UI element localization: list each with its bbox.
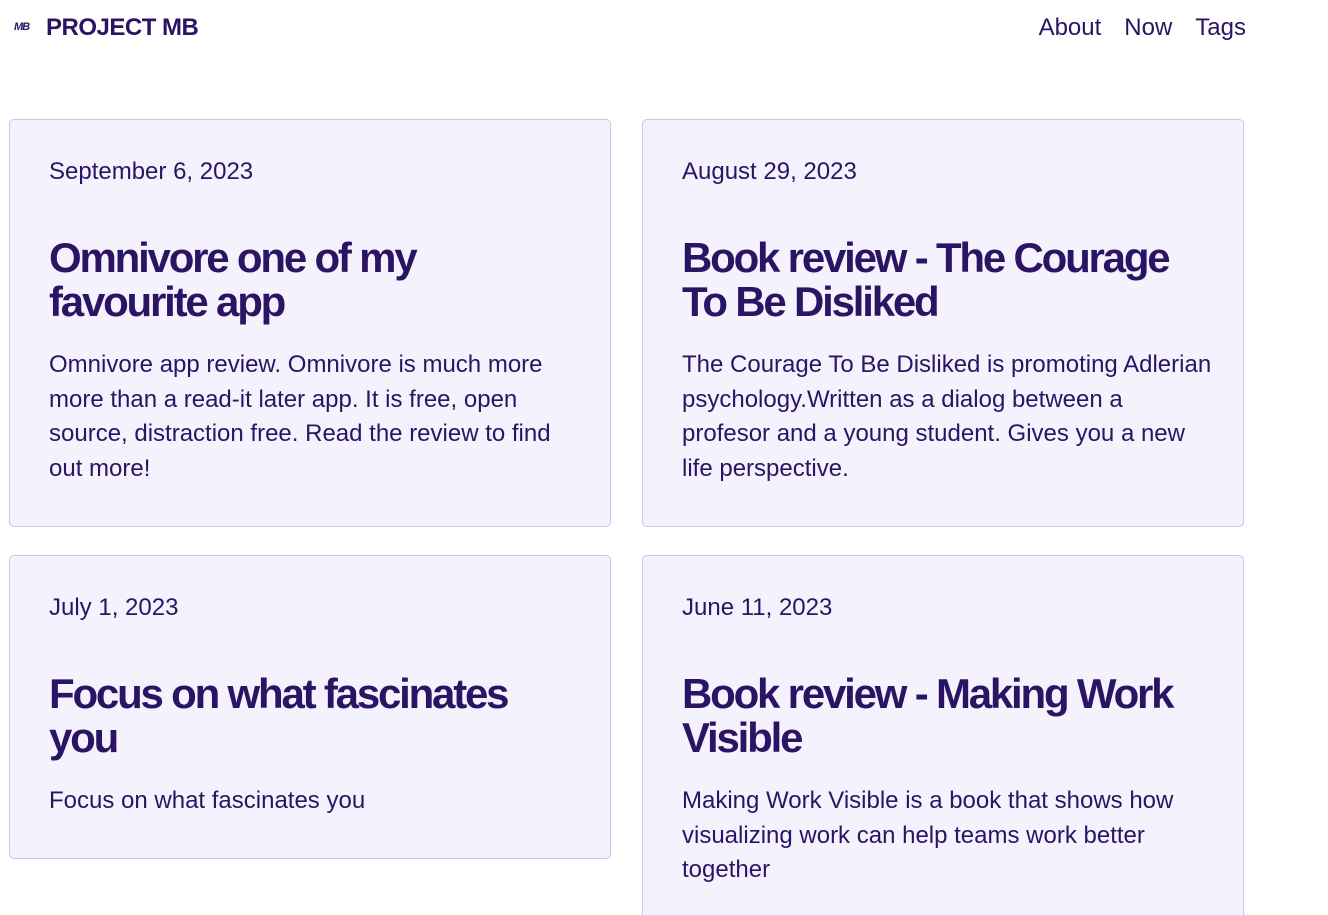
post-card[interactable]: July 1, 2023 Focus on what fascinates yo… [9, 555, 611, 859]
post-description: The Courage To Be Disliked is promoting … [682, 351, 1212, 482]
site-brand-link[interactable]: PROJECT MB [46, 14, 199, 42]
nav-link-tags[interactable]: Tags [1195, 14, 1246, 42]
main-nav: About Now Tags [1039, 14, 1246, 42]
post-title[interactable]: Focus on what fascinates you [49, 672, 580, 760]
post-date: July 1, 2023 [49, 594, 179, 621]
post-title[interactable]: Book review - Making Work Visible [682, 672, 1213, 760]
post-date: June 11, 2023 [682, 594, 833, 621]
post-date: September 6, 2023 [49, 158, 254, 185]
logo-icon[interactable]: MB [14, 21, 30, 33]
post-card[interactable]: September 6, 2023 Omnivore one of my fav… [9, 119, 611, 527]
nav-link-now[interactable]: Now [1124, 14, 1172, 42]
site-header: MB PROJECT MB About Now Tags [0, 0, 1328, 58]
post-card[interactable]: June 11, 2023 Book review - Making Work … [642, 555, 1244, 915]
post-description: Making Work Visible is a book that shows… [682, 787, 1174, 883]
post-card[interactable]: August 29, 2023 Book review - The Courag… [642, 119, 1244, 527]
post-title[interactable]: Omnivore one of my favourite app [49, 236, 580, 324]
post-description: Omnivore app review. Omnivore is much mo… [49, 351, 551, 482]
nav-link-about[interactable]: About [1039, 14, 1102, 42]
post-date: August 29, 2023 [682, 158, 857, 185]
post-title[interactable]: Book review - The Courage To Be Disliked [682, 236, 1213, 324]
post-description: Focus on what fascinates you [49, 787, 366, 814]
